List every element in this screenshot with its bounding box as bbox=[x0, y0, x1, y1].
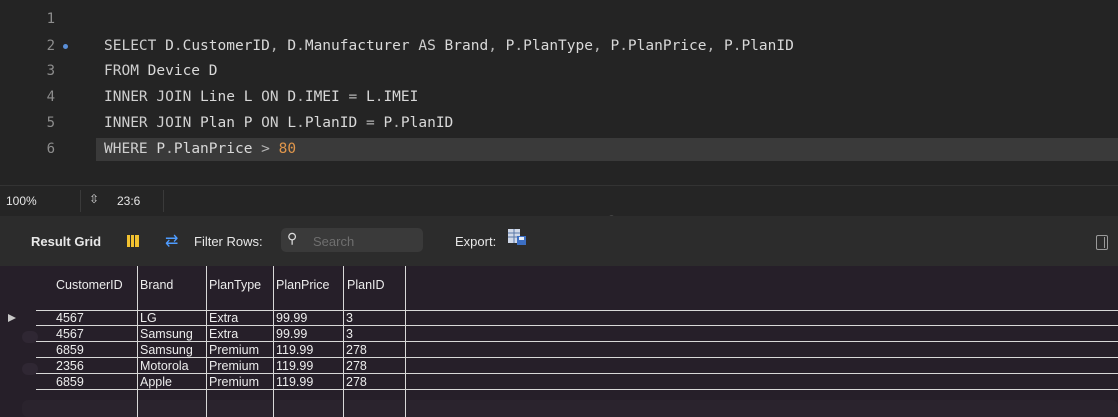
code-text: INNER JOIN Line L ON D.IMEI = L.IMEI bbox=[104, 89, 419, 105]
line-number: 4 bbox=[46, 89, 55, 105]
table-row[interactable]: 6859 Apple Premium 119.99 278 bbox=[36, 375, 1118, 390]
cell-customerid[interactable]: 4567 bbox=[54, 327, 84, 342]
editor-line-current[interactable]: 6 WHERE P.PlanPrice > 80 bbox=[0, 138, 1118, 161]
filter-rows-label: Filter Rows: bbox=[194, 234, 263, 249]
cell-planid[interactable]: 278 bbox=[344, 359, 367, 374]
code-text: INNER JOIN Plan P ON L.PlanID = P.PlanID bbox=[104, 115, 454, 131]
panel-toggle-icon[interactable] bbox=[1096, 235, 1108, 250]
cell-brand[interactable]: Motorola bbox=[138, 359, 189, 374]
cell-customerid[interactable]: 4567 bbox=[54, 311, 84, 326]
table-row[interactable]: 4567 Samsung Extra 99.99 3 bbox=[36, 327, 1118, 342]
divider bbox=[80, 190, 81, 212]
cell-brand[interactable]: Samsung bbox=[138, 343, 193, 358]
selected-row-arrow-icon bbox=[8, 314, 16, 322]
cell-customerid[interactable]: 2356 bbox=[54, 359, 84, 374]
column-header-plantype[interactable]: PlanType bbox=[206, 266, 261, 298]
search-input[interactable] bbox=[311, 232, 420, 250]
grid-line bbox=[36, 357, 1118, 358]
cell-plantype[interactable]: Extra bbox=[207, 327, 238, 342]
cell-plantype[interactable]: Extra bbox=[207, 311, 238, 326]
grid-line bbox=[36, 341, 1118, 342]
line-number: 5 bbox=[46, 115, 55, 131]
zoom-level: 100% bbox=[6, 194, 37, 208]
editor-line[interactable]: 3 FROM Device D bbox=[0, 60, 1118, 83]
grid-line bbox=[36, 325, 1118, 326]
sql-editor[interactable]: 1 2 SELECT D.CustomerID, D.Manufacturer … bbox=[0, 0, 1118, 185]
grid-line bbox=[36, 373, 1118, 374]
grid-line bbox=[36, 389, 1118, 390]
cell-planprice[interactable]: 99.99 bbox=[274, 311, 307, 326]
grid-empty-area bbox=[22, 400, 1118, 417]
code-text: FROM Device D bbox=[104, 63, 218, 79]
result-grid-title: Result Grid bbox=[31, 234, 102, 249]
result-grid[interactable]: CustomerID Brand PlanType PlanPrice Plan… bbox=[0, 266, 1118, 417]
table-row[interactable]: 2356 Motorola Premium 119.99 278 bbox=[36, 359, 1118, 374]
result-toolbar: Result Grid ⇄ Filter Rows: ⚲ Export: bbox=[0, 216, 1118, 266]
cell-planprice[interactable]: 119.99 bbox=[274, 375, 313, 390]
editor-line[interactable]: 2 SELECT D.CustomerID, D.Manufacturer AS… bbox=[0, 35, 1118, 58]
code-text: SELECT D.CustomerID, D.Manufacturer AS B… bbox=[104, 38, 794, 54]
cell-planid[interactable]: 278 bbox=[344, 375, 367, 390]
table-row[interactable]: 6859 Samsung Premium 119.99 278 bbox=[36, 343, 1118, 358]
editor-status-bar: 100% ⇳ 23:6 bbox=[0, 185, 1118, 217]
grid-view-icon[interactable] bbox=[127, 235, 139, 247]
cell-plantype[interactable]: Premium bbox=[207, 359, 259, 374]
cell-brand[interactable]: LG bbox=[138, 311, 157, 326]
cursor-position: 23:6 bbox=[117, 194, 141, 208]
line-number: 3 bbox=[46, 63, 55, 79]
column-header-planprice[interactable]: PlanPrice bbox=[273, 266, 330, 298]
cell-planprice[interactable]: 119.99 bbox=[274, 343, 313, 358]
breakpoint-marker-icon[interactable] bbox=[63, 44, 68, 49]
line-number: 1 bbox=[46, 11, 55, 27]
zoom-stepper-icon[interactable]: ⇳ bbox=[89, 192, 99, 206]
cell-customerid[interactable]: 6859 bbox=[54, 375, 84, 390]
cell-planid[interactable]: 3 bbox=[344, 327, 353, 342]
table-row[interactable]: 4567 LG Extra 99.99 3 bbox=[36, 310, 1118, 326]
editor-line[interactable]: 5 INNER JOIN Plan P ON L.PlanID = P.Plan… bbox=[0, 112, 1118, 135]
cell-brand[interactable]: Apple bbox=[138, 375, 172, 390]
cell-plantype[interactable]: Premium bbox=[207, 343, 259, 358]
column-header-planid[interactable]: PlanID bbox=[344, 266, 385, 298]
line-number: 6 bbox=[46, 141, 55, 157]
cell-plantype[interactable]: Premium bbox=[207, 375, 259, 390]
search-box[interactable]: ⚲ bbox=[281, 228, 423, 252]
line-number: 2 bbox=[46, 38, 55, 54]
editor-line[interactable]: 4 INNER JOIN Line L ON D.IMEI = L.IMEI bbox=[0, 86, 1118, 109]
export-label: Export: bbox=[455, 234, 497, 249]
column-header-brand[interactable]: Brand bbox=[137, 266, 173, 298]
export-icon[interactable] bbox=[506, 226, 528, 248]
cell-customerid[interactable]: 6859 bbox=[54, 343, 84, 358]
divider bbox=[163, 190, 164, 212]
cell-planid[interactable]: 278 bbox=[344, 343, 367, 358]
refresh-icon[interactable]: ⇄ bbox=[165, 231, 178, 251]
cell-brand[interactable]: Samsung bbox=[138, 327, 193, 342]
cell-planprice[interactable]: 119.99 bbox=[274, 359, 313, 374]
cell-planprice[interactable]: 99.99 bbox=[274, 327, 307, 342]
search-icon: ⚲ bbox=[287, 230, 298, 246]
code-text: WHERE P.PlanPrice > 80 bbox=[104, 141, 297, 157]
cell-planid[interactable]: 3 bbox=[344, 311, 353, 326]
editor-line[interactable]: 1 bbox=[0, 8, 1118, 31]
column-header-customerid[interactable]: CustomerID bbox=[53, 266, 123, 298]
